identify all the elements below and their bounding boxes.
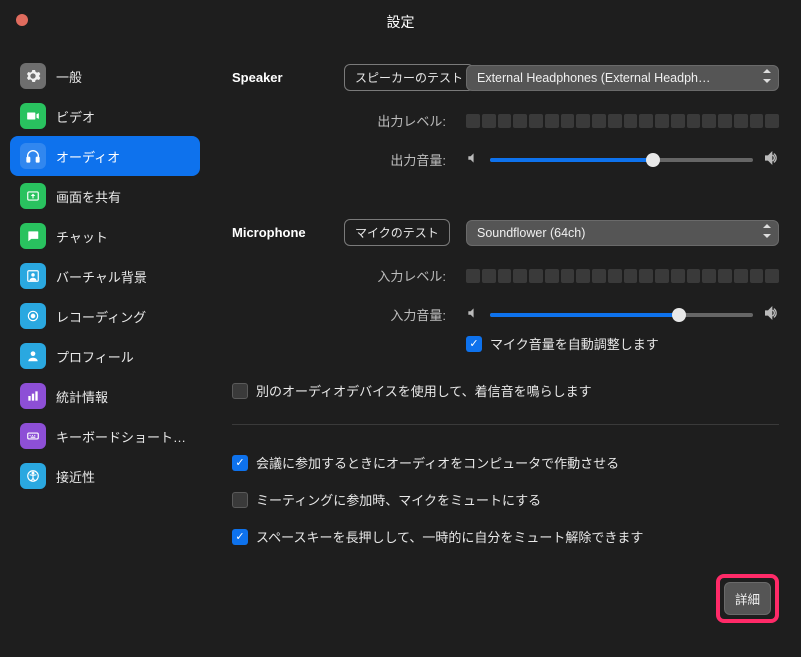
input-level-label: 入力レベル: [232, 266, 454, 285]
sidebar-item-label: プロフィール [56, 347, 134, 366]
mute-on-join-row[interactable]: ミーティングに参加時、マイクをミュートにする [232, 490, 779, 509]
space-to-unmute-row[interactable]: ✓ スペースキーを長押しして、一時的に自分をミュート解除できます [232, 527, 779, 546]
microphone-heading: Microphone [232, 225, 332, 240]
sidebar-item-label: レコーディング [56, 307, 146, 326]
sidebar-item-label: ビデオ [56, 107, 95, 126]
separate-ring-device-row[interactable]: 別のオーディオデバイスを使用して、着信音を鳴らします [232, 381, 779, 400]
sidebar-item-label: 一般 [56, 67, 82, 86]
sidebar-item-label: 画面を共有 [56, 187, 121, 206]
microphone-section: Microphone マイクのテスト Soundflower (64ch) 入力… [232, 219, 779, 353]
mute-on-join-label: ミーティングに参加時、マイクをミュートにする [256, 490, 541, 509]
join-with-computer-audio-label: 会議に参加するときにオーディオをコンピュータで作動させる [256, 453, 619, 472]
close-window-button[interactable] [16, 14, 28, 26]
microphone-device-select[interactable]: Soundflower (64ch) [466, 220, 779, 246]
space-to-unmute-label: スペースキーを長押しして、一時的に自分をミュート解除できます [256, 527, 643, 546]
titlebar: 設定 [0, 0, 801, 44]
sidebar-item-label: オーディオ [56, 147, 120, 166]
space-to-unmute-checkbox[interactable]: ✓ [232, 529, 248, 545]
sidebar-item-label: バーチャル背景 [56, 267, 147, 286]
record-icon [20, 303, 46, 329]
keyboard-icon [20, 423, 46, 449]
sidebar-item-keyboard-shortcuts[interactable]: キーボードショートカ… [10, 416, 200, 456]
volume-high-icon [763, 305, 779, 324]
window-title: 設定 [387, 12, 415, 32]
separate-ring-device-label: 別のオーディオデバイスを使用して、着信音を鳴らします [256, 381, 592, 400]
sidebar-item-label: 接近性 [56, 467, 95, 486]
sidebar-item-label: キーボードショートカ… [56, 427, 190, 446]
accessibility-icon [20, 463, 46, 489]
chevron-up-down-icon [762, 69, 772, 86]
profile-icon [20, 343, 46, 369]
sidebar-item-share-screen[interactable]: 画面を共有 [10, 176, 200, 216]
join-with-computer-audio-row[interactable]: ✓ 会議に参加するときにオーディオをコンピュータで作動させる [232, 453, 779, 472]
output-volume-slider[interactable] [490, 158, 753, 162]
advanced-button-highlight: 詳細 [716, 574, 779, 623]
sidebar-item-chat[interactable]: チャット [10, 216, 200, 256]
auto-adjust-mic-label: マイク音量を自動調整します [490, 334, 659, 353]
volume-low-icon [466, 306, 480, 323]
separate-ring-device-checkbox[interactable] [232, 383, 248, 399]
background-icon [20, 263, 46, 289]
test-speaker-button[interactable]: スピーカーのテスト [344, 64, 474, 91]
video-icon [20, 103, 46, 129]
window-controls [16, 14, 28, 26]
sidebar-item-label: 統計情報 [56, 387, 108, 406]
sidebar-item-audio[interactable]: オーディオ [10, 136, 200, 176]
share-screen-icon [20, 183, 46, 209]
sidebar-item-label: チャット [56, 227, 108, 246]
sidebar-item-accessibility[interactable]: 接近性 [10, 456, 200, 496]
output-volume-label: 出力音量: [232, 150, 454, 169]
audio-options: ✓ 会議に参加するときにオーディオをコンピュータで作動させる ミーティングに参加… [232, 453, 779, 546]
auto-adjust-mic-row[interactable]: ✓ マイク音量を自動調整します [466, 334, 779, 353]
speaker-device-select[interactable]: External Headphones (External Headph… [466, 65, 779, 91]
sidebar-item-recording[interactable]: レコーディング [10, 296, 200, 336]
auto-adjust-mic-checkbox[interactable]: ✓ [466, 336, 482, 352]
headphones-icon [20, 143, 46, 169]
volume-high-icon [763, 150, 779, 169]
volume-low-icon [466, 151, 480, 168]
sidebar-item-general[interactable]: 一般 [10, 56, 200, 96]
audio-settings-panel: Speaker スピーカーのテスト External Headphones (E… [210, 44, 801, 657]
mute-on-join-checkbox[interactable] [232, 492, 248, 508]
advanced-button[interactable]: 詳細 [724, 582, 771, 615]
microphone-device-value: Soundflower (64ch) [477, 226, 585, 240]
chevron-up-down-icon [762, 224, 772, 241]
divider [232, 424, 779, 425]
sidebar-item-virtual-background[interactable]: バーチャル背景 [10, 256, 200, 296]
join-with-computer-audio-checkbox[interactable]: ✓ [232, 455, 248, 471]
test-microphone-button[interactable]: マイクのテスト [344, 219, 450, 246]
input-level-meter [466, 269, 779, 283]
output-level-label: 出力レベル: [232, 111, 454, 130]
stats-icon [20, 383, 46, 409]
sidebar-item-statistics[interactable]: 統計情報 [10, 376, 200, 416]
sidebar-item-video[interactable]: ビデオ [10, 96, 200, 136]
speaker-heading: Speaker [232, 70, 332, 85]
output-level-meter [466, 114, 779, 128]
speaker-section: Speaker スピーカーのテスト External Headphones (E… [232, 64, 779, 169]
chat-icon [20, 223, 46, 249]
sidebar: 一般 ビデオ オーディオ 画面を共有 チャット [0, 44, 210, 657]
gear-icon [20, 63, 46, 89]
input-volume-label: 入力音量: [232, 305, 454, 324]
speaker-device-value: External Headphones (External Headph… [477, 71, 710, 85]
input-volume-slider[interactable] [490, 313, 753, 317]
sidebar-item-profile[interactable]: プロフィール [10, 336, 200, 376]
